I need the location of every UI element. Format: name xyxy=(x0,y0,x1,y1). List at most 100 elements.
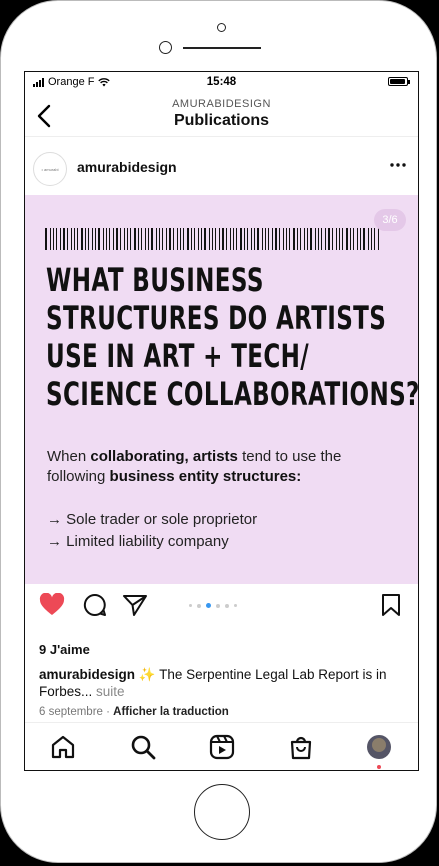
profile-avatar[interactable] xyxy=(367,735,391,759)
carousel-dots xyxy=(189,603,237,608)
barcode-bar xyxy=(339,228,340,250)
barcode-bar xyxy=(98,228,100,250)
post-caption: amurabidesign ✨ The Serpentine Legal Lab… xyxy=(39,667,387,699)
tab-bar xyxy=(25,722,418,770)
barcode-bar xyxy=(191,228,192,250)
barcode-bar xyxy=(215,228,216,250)
reels-icon[interactable] xyxy=(208,733,236,761)
barcode-bar xyxy=(357,228,358,250)
barcode-bar xyxy=(151,228,153,250)
barcode-bar xyxy=(74,228,75,250)
carousel-counter: 3/6 xyxy=(374,209,406,231)
barcode-bar xyxy=(265,228,266,250)
post-header: • amurabi amurabidesign xyxy=(25,137,418,193)
barcode-bar xyxy=(53,228,54,250)
barcode-bar xyxy=(162,228,163,250)
barcode-bar xyxy=(103,228,104,250)
barcode-bar xyxy=(332,228,333,250)
headline-line: SCIENCE COLLABORATIONS? xyxy=(46,375,419,413)
battery-icon xyxy=(388,77,410,86)
barcode-bar xyxy=(141,228,142,250)
barcode-bar xyxy=(226,228,227,250)
barcode-bar xyxy=(251,228,252,250)
speaker-grille xyxy=(183,47,261,49)
barcode-bar xyxy=(244,228,245,250)
barcode-bar xyxy=(368,228,369,250)
action-row xyxy=(25,585,418,625)
carousel-dot xyxy=(234,604,237,607)
barcode-bar xyxy=(262,228,263,250)
barcode-bar xyxy=(310,228,312,250)
nav-header: AMURABIDESIGN Publications xyxy=(25,94,418,137)
barcode-bar xyxy=(346,228,348,250)
more-icon[interactable] xyxy=(390,163,406,167)
carousel-dot xyxy=(206,603,211,608)
barcode-bar xyxy=(353,228,354,250)
notification-dot xyxy=(377,765,381,769)
barcode-bar xyxy=(148,228,149,250)
more-link[interactable]: suite xyxy=(96,684,125,699)
barcode-bar xyxy=(50,228,51,250)
shop-icon[interactable] xyxy=(287,733,315,761)
barcode-bar xyxy=(272,228,273,250)
barcode-bar xyxy=(325,228,326,250)
list-item: → Limited liability company xyxy=(47,533,229,550)
barcode-bar xyxy=(169,228,171,250)
barcode-bar xyxy=(95,228,96,250)
barcode-bar xyxy=(307,228,308,250)
post-list: → Sole trader or sole proprietor → Limit… xyxy=(47,509,257,553)
barcode-bar xyxy=(257,228,259,250)
barcode-bar xyxy=(113,228,114,250)
list-item: → Sole trader or sole proprietor xyxy=(47,511,258,528)
headline-line: USE IN ART + TECH/ xyxy=(46,337,310,375)
barcode-bar xyxy=(183,228,184,250)
post-image[interactable]: 3/6 WHAT BUSINESS STRUCTURES DO ARTISTS … xyxy=(25,195,418,584)
translate-link[interactable]: Afficher la traduction xyxy=(113,706,229,718)
barcode-bar xyxy=(268,228,269,250)
share-icon[interactable] xyxy=(122,593,148,617)
barcode-bar xyxy=(247,228,248,250)
barcode-bar xyxy=(222,228,224,250)
barcode-bar xyxy=(130,228,131,250)
like-count[interactable]: 9 J'aime xyxy=(39,642,90,657)
barcode-bar xyxy=(289,228,290,250)
barcode-bar xyxy=(145,228,146,250)
barcode-bar xyxy=(106,228,107,250)
barcode-bar xyxy=(378,228,379,250)
barcode-bar xyxy=(166,228,167,250)
barcode-bar xyxy=(63,228,65,250)
barcode-bar xyxy=(293,228,295,250)
barcode-bar xyxy=(56,228,57,250)
barcode-bar xyxy=(374,228,375,250)
bookmark-icon[interactable] xyxy=(381,593,401,617)
barcode-bar xyxy=(371,228,372,250)
barcode-bar xyxy=(71,228,72,250)
barcode-bar xyxy=(204,228,206,250)
barcode-bar xyxy=(275,228,277,250)
barcode-bar xyxy=(187,228,189,250)
post-avatar[interactable]: • amurabi xyxy=(33,152,67,186)
home-button[interactable] xyxy=(194,784,250,840)
post-username[interactable]: amurabidesign xyxy=(77,159,177,175)
barcode-bar xyxy=(236,228,237,250)
barcode-bar xyxy=(134,228,136,250)
post-headline: WHAT BUSINESS STRUCTURES DO ARTISTS USE … xyxy=(46,261,419,413)
heart-icon[interactable] xyxy=(39,593,65,617)
barcode-bar xyxy=(194,228,195,250)
comment-icon[interactable] xyxy=(82,593,108,617)
carousel-dot xyxy=(225,603,229,608)
home-icon[interactable] xyxy=(49,733,77,761)
screen: Orange F 15:48 AMURABIDESIGN Publication… xyxy=(24,71,419,771)
clock: 15:48 xyxy=(206,76,237,88)
barcode-bar xyxy=(120,228,121,250)
post-intro: When collaborating, artists tend to use … xyxy=(47,448,342,485)
phone-frame: Orange F 15:48 AMURABIDESIGN Publication… xyxy=(0,0,437,863)
carousel-dot xyxy=(197,603,201,608)
barcode-bar xyxy=(318,228,319,250)
carousel-dot xyxy=(216,603,220,608)
caption-username[interactable]: amurabidesign xyxy=(39,667,135,682)
search-icon[interactable] xyxy=(129,733,157,761)
barcode-bar xyxy=(77,228,78,250)
barcode-bar xyxy=(45,228,47,250)
front-camera xyxy=(159,41,172,54)
